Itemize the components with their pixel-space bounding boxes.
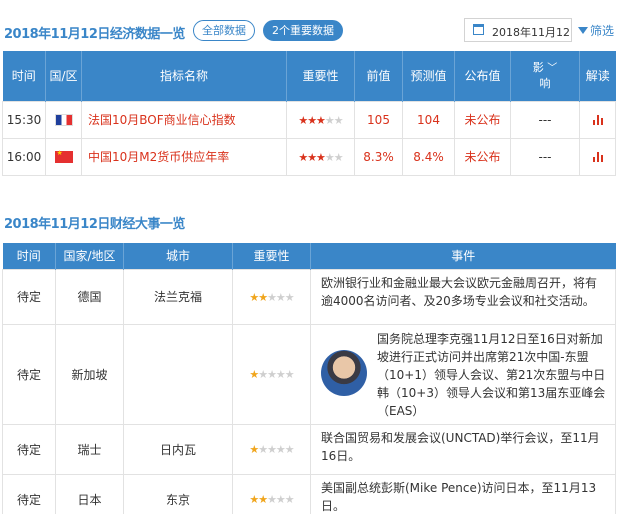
col-event: 事件 [310,243,616,269]
table-row[interactable]: 16:00 中国10月M2货币供应年率 ★★★★★ 8.3% 8.4% 未公布 … [2,137,616,176]
economic-data-header: 2018年11月12日经济数据一览 全部数据 2个重要数据 2018年11月12… [0,15,617,45]
china-flag-icon [54,149,73,163]
importance-stars: ★★★★★ [232,473,311,514]
impact-value: --- [510,100,580,139]
filter-label: 筛选 [590,24,615,38]
date-value: 2018年11月12 [492,26,570,39]
impact-header-label: 影 ﹀ 响 [532,61,558,91]
calendar-icon [473,24,484,35]
row-flag [45,100,82,139]
col-country-region: 国家/地区 [55,243,124,269]
event-time: 待定 [2,323,56,425]
chevron-down-icon: ﹀ [547,63,558,75]
col-indicator: 指标名称 [81,51,287,101]
indicator-link[interactable]: 中国10月M2货币供应年率 [81,137,287,176]
analysis-cell[interactable] [579,137,616,176]
impact-value: --- [510,137,580,176]
row-time: 16:00 [2,137,46,176]
forecast-value: 8.4% [402,137,455,176]
table-row: 待定 新加坡 ★★★★★ 国务院总理李克强11月12日至16日对新加坡进行正式访… [2,323,616,425]
event-country: 瑞士 [55,423,124,475]
financial-events-table: 时间 国家/地区 城市 重要性 事件 待定 德国 法兰克福 ★★★★★ 欧洲银行… [2,243,616,514]
event-city: 法兰克福 [123,268,233,325]
event-country: 日本 [55,473,124,514]
event-description: 联合国贸易和发展会议(UNCTAD)举行会议，至11月16日。 [310,423,616,475]
event-city: 日内瓦 [123,423,233,475]
event-country: 德国 [55,268,124,325]
col-city: 城市 [123,243,233,269]
importance-stars: ★★★★★ [232,268,311,325]
event-time: 待定 [2,268,56,325]
event-city: 东京 [123,473,233,514]
indicator-link[interactable]: 法国10月BOF商业信心指数 [81,100,287,139]
table-header-row: 时间 国/区 指标名称 重要性 前值 预测值 公布值 影 ﹀ 响 解读 [2,51,616,101]
col-importance: 重要性 [232,243,311,269]
col-time: 时间 [2,243,56,269]
financial-events-header: 2018年11月12日财经大事一览 [0,205,617,235]
row-flag [45,137,82,176]
analysis-cell[interactable] [579,100,616,139]
event-time: 待定 [2,473,56,514]
bar-chart-icon[interactable] [592,115,603,125]
event-time: 待定 [2,423,56,475]
table-row: 待定 日本 东京 ★★★★★ 美国副总统彭斯(Mike Pence)访问日本，至… [2,473,616,514]
event-description-cell: 国务院总理李克强11月12日至16日对新加坡进行正式访问并出席第21次中国-东盟… [310,323,616,425]
financial-events-title: 2018年11月12日财经大事一览 [4,217,185,232]
funnel-icon [578,27,588,34]
col-previous: 前值 [354,51,403,101]
forecast-value: 104 [402,100,455,139]
previous-value: 105 [354,100,403,139]
france-flag-icon [54,114,73,126]
table-header-row: 时间 国家/地区 城市 重要性 事件 [2,243,616,269]
all-data-filter-button[interactable]: 全部数据 [193,20,255,41]
economic-data-title: 2018年11月12日经济数据一览 [4,27,185,42]
col-importance: 重要性 [286,51,355,101]
importance-stars: ★★★★★ [232,423,311,475]
importance-stars: ★★★★★ [286,100,355,139]
filter-button[interactable]: 筛选 [578,22,614,39]
table-row: 待定 瑞士 日内瓦 ★★★★★ 联合国贸易和发展会议(UNCTAD)举行会议，至… [2,423,616,475]
bar-chart-icon[interactable] [592,152,603,162]
economic-data-table: 时间 国/区 指标名称 重要性 前值 预测值 公布值 影 ﹀ 响 解读 15:30… [2,51,616,176]
col-forecast: 预测值 [402,51,455,101]
previous-value: 8.3% [354,137,403,176]
col-analysis: 解读 [579,51,616,101]
event-country: 新加坡 [55,323,124,425]
date-picker[interactable]: 2018年11月12 [464,18,572,42]
col-actual: 公布值 [454,51,511,101]
col-country: 国/区 [45,51,82,101]
event-description: 国务院总理李克强11月12日至16日对新加坡进行正式访问并出席第21次中国-东盟… [377,331,606,418]
event-description: 美国副总统彭斯(Mike Pence)访问日本，至11月13日。 [310,473,616,514]
importance-stars: ★★★★★ [232,323,311,425]
table-row: 待定 德国 法兰克福 ★★★★★ 欧洲银行业和金融业最大会议欧元金融周召开，将有… [2,268,616,325]
important-data-filter-button[interactable]: 2个重要数据 [263,20,343,41]
event-city [123,323,233,425]
actual-value: 未公布 [454,137,511,176]
person-photo [321,349,367,396]
col-time: 时间 [2,51,46,101]
event-description: 欧洲银行业和金融业最大会议欧元金融周召开，将有逾4000名访问者、及20多场专业… [310,268,616,325]
actual-value: 未公布 [454,100,511,139]
importance-stars: ★★★★★ [286,137,355,176]
row-time: 15:30 [2,100,46,139]
table-row[interactable]: 15:30 法国10月BOF商业信心指数 ★★★★★ 105 104 未公布 -… [2,100,616,139]
col-impact[interactable]: 影 ﹀ 响 [510,51,580,101]
